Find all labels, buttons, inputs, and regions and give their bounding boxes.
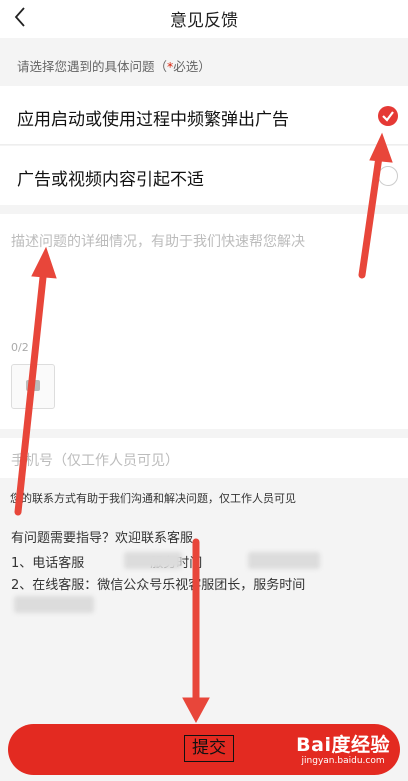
submit-bar: 提交 Bai度经验 jingyan.baidu.com <box>8 724 400 775</box>
description-field[interactable]: 描述问题的详细情况，有助于我们快速帮您解决 0/2 <box>0 214 408 429</box>
option-frequent-ads[interactable]: 应用启动或使用过程中频繁弹出广告 <box>0 86 408 145</box>
redacted-line <box>14 596 94 613</box>
phone-placeholder: 手机号（仅工作人员可见） <box>11 453 179 469</box>
watermark-url: jingyan.baidu.com <box>301 756 385 766</box>
header-bar: 意见反馈 <box>0 0 408 38</box>
checked-icon[interactable] <box>378 106 398 126</box>
unchecked-icon[interactable] <box>378 166 398 186</box>
option-label: 广告或视频内容引起不适 <box>17 170 204 190</box>
option-uncomfortable-content[interactable]: 广告或视频内容引起不适 <box>0 146 408 205</box>
redacted-phone <box>124 552 182 569</box>
help-heading: 有问题需要指导？欢迎联系客服。 <box>11 531 207 546</box>
redacted-hours <box>248 552 320 569</box>
description-placeholder: 描述问题的详细情况，有助于我们快速帮您解决 <box>11 234 305 250</box>
watermark-brand: Bai度经验 <box>296 734 390 756</box>
submit-button[interactable]: 提交 <box>184 735 234 762</box>
section-label: 请选择您遇到的具体问题（*必选） <box>17 59 211 74</box>
privacy-note: 您的联系方式有助于我们沟通和解决问题，仅工作人员可见 <box>10 492 296 505</box>
baidu-jingyan-watermark: Bai度经验 jingyan.baidu.com <box>296 730 390 766</box>
camera-icon <box>26 380 40 391</box>
arrow-head-submit <box>182 697 210 724</box>
option-label: 应用启动或使用过程中频繁弹出广告 <box>17 110 289 130</box>
page-title: 意见反馈 <box>170 11 238 31</box>
help-line-online: 2、在线客服：微信公众号乐视客服团长，服务时间 <box>11 578 306 593</box>
phone-field[interactable]: 手机号（仅工作人员可见） <box>0 438 408 478</box>
char-counter: 0/2 <box>11 341 29 354</box>
add-image-button[interactable] <box>11 364 55 409</box>
